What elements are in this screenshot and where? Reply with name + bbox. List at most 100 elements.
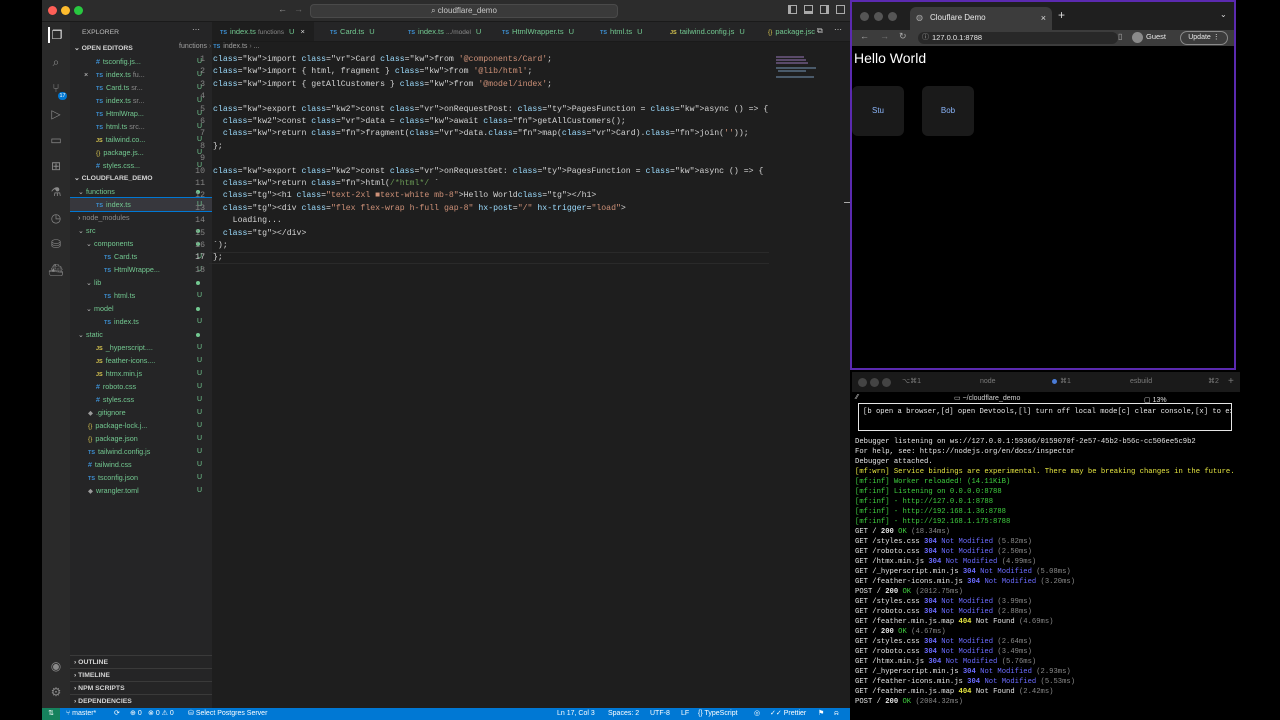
sidepanel-icon[interactable]: ▯ (1118, 32, 1122, 41)
feedback-icon[interactable]: ⚑ (818, 708, 824, 720)
code-line[interactable]: class="kw">import class="vr">Card class=… (213, 54, 552, 66)
manage-gear-icon[interactable]: ⚙ (48, 684, 64, 700)
terminal-tab-node[interactable]: node (980, 372, 996, 392)
close-editor-icon[interactable]: × (84, 68, 88, 81)
file-name: _hyperscript.... (105, 343, 153, 352)
code-line[interactable]: class="kw">import { html, fragment } cla… (213, 66, 532, 78)
forward-icon[interactable]: → (880, 31, 889, 41)
remote-explorer-icon[interactable]: ▭ (48, 132, 64, 148)
breadcrumb-file[interactable]: index.ts (223, 43, 247, 50)
browser-minimize-button[interactable] (874, 12, 883, 21)
ports-indicator[interactable]: ⊕ 0 (130, 708, 142, 720)
line-number: 18 (195, 265, 205, 275)
breadcrumb-symbol[interactable]: ... (254, 43, 260, 50)
new-terminal-tab-icon[interactable]: + (1228, 372, 1234, 392)
close-window-button[interactable] (48, 6, 57, 15)
close-tab-icon[interactable]: × (301, 27, 305, 36)
toggle-secondary-sidebar-icon[interactable] (820, 5, 829, 14)
split-editor-icon[interactable]: ⧉ (817, 26, 823, 36)
terminal-tab-shortcut: ⌥⌘1 (902, 378, 921, 385)
css-file-icon: # (96, 163, 100, 170)
sync-icon[interactable]: ⟳ (114, 708, 120, 720)
customize-layout-icon[interactable] (836, 5, 845, 14)
terminal-minimize-button[interactable] (870, 378, 879, 387)
code-line[interactable]: class="kw">export class="kw2">const clas… (213, 166, 763, 178)
breadcrumb-folder[interactable]: functions (179, 43, 207, 50)
language-mode[interactable]: {} TypeScript (698, 708, 738, 720)
notifications-bell-icon[interactable]: ⍾ (834, 708, 839, 720)
zoom-window-button[interactable] (74, 6, 83, 15)
end-of-line[interactable]: LF (681, 708, 689, 720)
tab-html-ts[interactable]: TS html.ts U (592, 22, 662, 41)
docker-icon[interactable]: ⛴ (48, 262, 64, 278)
code-line[interactable]: `); (213, 240, 228, 252)
browser-close-button[interactable] (860, 12, 869, 21)
code-line[interactable]: }; (213, 141, 223, 153)
terminal-zoom-button[interactable] (882, 378, 891, 387)
terminal-close-button[interactable] (858, 378, 867, 387)
code-line[interactable]: class="tg"><h1 class="text-2xl ■text-whi… (213, 190, 596, 202)
tab-index-ts[interactable]: TS index.ts .../model U (400, 22, 494, 41)
browser-zoom-button[interactable] (888, 12, 897, 21)
tab-index-ts[interactable]: TS index.ts functions U × (212, 22, 314, 41)
back-arrow-icon[interactable]: ← (278, 4, 287, 14)
profile-avatar-icon[interactable] (1132, 32, 1143, 43)
testing-icon[interactable]: ⚗ (48, 184, 64, 200)
broadcast-icon[interactable]: ◎ (754, 708, 760, 720)
git-branch[interactable]: ⑂ master* (66, 708, 96, 720)
toggle-sidebar-icon[interactable] (788, 5, 797, 14)
cursor-position[interactable]: Ln 17, Col 3 (557, 708, 595, 720)
code-line[interactable]: Loading... (213, 215, 282, 227)
more-actions-icon[interactable]: ⋯ (192, 25, 200, 34)
open-editor-name: html.ts (106, 122, 128, 131)
back-icon[interactable]: ← (860, 31, 869, 41)
timeline-icon[interactable]: ◷ (48, 210, 64, 226)
search-icon[interactable]: ⌕ (48, 54, 64, 70)
tab-card-ts[interactable]: TS Card.ts U (322, 22, 400, 41)
code-line[interactable]: class="tg"><div class="flex flex-wrap h-… (213, 203, 626, 215)
tab-search-chevron-icon[interactable]: ⌄ (1220, 10, 1227, 19)
command-center[interactable]: ⌕ cloudflare_demo (310, 4, 618, 18)
terminal-tab-esbuild[interactable]: esbuild (1130, 372, 1152, 392)
reload-icon[interactable]: ↻ (899, 31, 907, 42)
css-file-icon: # (88, 462, 92, 469)
db-server-selector[interactable]: ⛁ Select Postgres Server (188, 708, 267, 720)
json-file-icon: {} (88, 436, 93, 443)
remote-indicator-icon[interactable]: ⇅ (42, 708, 60, 720)
code-line[interactable]: class="kw">return class="fn">html(/*html… (213, 178, 439, 190)
code-line[interactable]: class="kw">export class="kw2">const clas… (213, 104, 768, 116)
browser-tab-title: Clouflare Demo (930, 13, 986, 22)
update-button[interactable]: Update ⋮ (1180, 31, 1228, 45)
forward-arrow-icon[interactable]: → (294, 4, 303, 14)
database-icon[interactable]: ⛁ (48, 236, 64, 252)
code-editor[interactable]: 1 class="kw">import class="vr">Card class… (179, 54, 839, 694)
editor-more-icon[interactable]: ⋯ (834, 25, 842, 34)
tab-package-jsc[interactable]: {} package.jsc (760, 22, 820, 41)
encoding[interactable]: UTF-8 (650, 708, 670, 720)
run-debug-icon[interactable]: ▷ (48, 106, 64, 122)
minimize-window-button[interactable] (61, 6, 70, 15)
json-file-icon: {} (768, 29, 773, 36)
code-line[interactable]: class="kw">return class="fn">fragment(cl… (213, 128, 749, 140)
close-tab-icon[interactable]: × (1041, 7, 1046, 29)
problems-indicator[interactable]: ⊗ 0 ⚠ 0 (148, 708, 174, 720)
minimap[interactable] (772, 54, 832, 84)
code-line[interactable]: class="kw">import { getAllCustomers } cl… (213, 79, 552, 91)
code-line[interactable]: class="tg"></div> (213, 228, 307, 240)
indentation[interactable]: Spaces: 2 (608, 708, 639, 720)
address-bar[interactable]: ⓘ 127.0.0.1:8788 (918, 32, 1118, 44)
tab-tailwind-config-js[interactable]: JS tailwind.config.js U (662, 22, 760, 41)
toggle-panel-icon[interactable] (804, 5, 813, 14)
code-line[interactable]: }; (213, 252, 223, 264)
explorer-icon[interactable]: ❐ (48, 27, 64, 43)
sidebar-section-dependencies[interactable]: › DEPENDENCIES (70, 694, 212, 707)
new-tab-icon[interactable]: + (1058, 8, 1065, 22)
browser-tab[interactable]: ◍ Clouflare Demo × (910, 7, 1052, 30)
site-info-icon[interactable]: ⓘ (922, 32, 929, 44)
tab-htmlwrapper-ts[interactable]: TS HtmlWrapper.ts U (494, 22, 592, 41)
profile-name[interactable]: Guest (1146, 32, 1166, 41)
formatter[interactable]: ✓✓ Prettier (770, 708, 806, 720)
code-line[interactable]: class="kw2">const class="vr">data = clas… (213, 116, 626, 128)
extensions-icon[interactable]: ⊞ (48, 158, 64, 174)
account-icon[interactable]: ◉ (48, 658, 64, 674)
